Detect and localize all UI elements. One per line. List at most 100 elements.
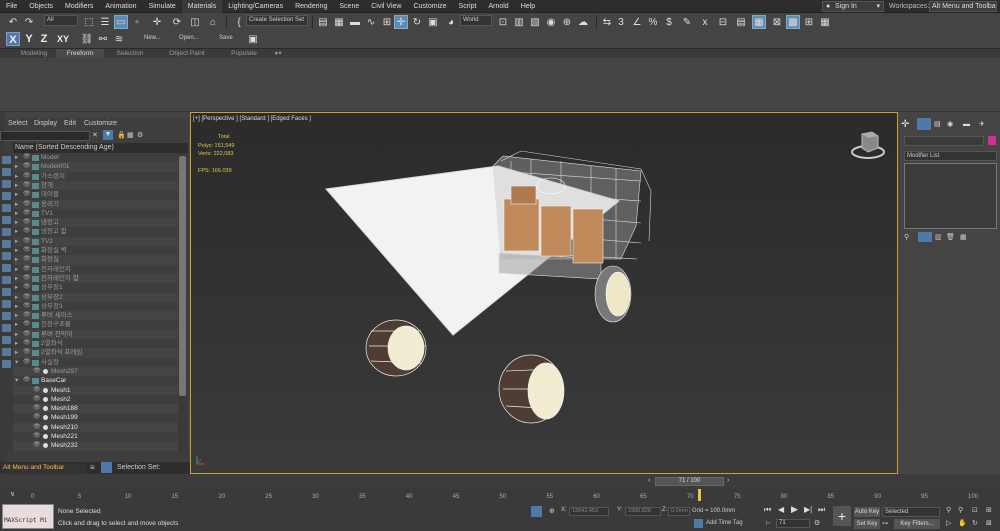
tree-row[interactable]: 👁 Mesh232 bbox=[13, 441, 178, 451]
menu-simulate[interactable]: Simulate bbox=[143, 0, 182, 13]
visibility-eye-icon[interactable]: 👁 bbox=[23, 302, 31, 311]
prev-frame-icon[interactable]: ‹ bbox=[648, 477, 650, 484]
material-icon[interactable]: ▦ bbox=[818, 15, 832, 29]
current-frame-field[interactable]: 71 bbox=[776, 519, 810, 528]
zoom-all-icon[interactable]: ⚲ bbox=[958, 506, 963, 514]
tree-row[interactable]: ▸ 👁 Model001 bbox=[13, 162, 178, 172]
time-tag-icon[interactable] bbox=[694, 519, 703, 528]
select-by-name-icon[interactable]: ☰ bbox=[98, 15, 112, 29]
clear-search-icon[interactable]: ✕ bbox=[92, 131, 100, 139]
select-object-icon[interactable]: ⬚ bbox=[82, 15, 96, 29]
expand-arrow-icon[interactable]: ▸ bbox=[15, 274, 18, 283]
filter-containers-icon[interactable] bbox=[2, 264, 11, 272]
render-setup-icon[interactable]: ▥ bbox=[512, 15, 526, 29]
place-icon[interactable]: ⌂ bbox=[206, 15, 220, 29]
expand-arrow-icon[interactable]: ▸ bbox=[15, 302, 18, 311]
tree-row[interactable]: 👁 Mesh1 bbox=[13, 385, 178, 395]
toggle-ribbon-icon[interactable]: ▦ bbox=[752, 15, 766, 29]
menu-file[interactable]: File bbox=[0, 0, 23, 13]
tree-row[interactable]: ▾ 👁 사실장 bbox=[13, 358, 178, 367]
orbit-icon[interactable]: ↻ bbox=[972, 519, 978, 527]
hierarchy-tab-icon[interactable]: ▤ bbox=[931, 120, 947, 128]
filter-cameras-icon[interactable] bbox=[2, 192, 11, 200]
filter-bones-icon[interactable] bbox=[2, 252, 11, 260]
scene-explorer-icon[interactable]: ▤ bbox=[316, 15, 330, 29]
auto-key-button[interactable]: Auto Key bbox=[854, 507, 880, 517]
fov-icon[interactable]: ▷ bbox=[946, 519, 951, 527]
visibility-eye-icon[interactable]: 👁 bbox=[23, 227, 31, 236]
visibility-eye-icon[interactable]: 👁 bbox=[23, 200, 31, 209]
set-key-button[interactable]: Set Key bbox=[854, 519, 880, 529]
expand-arrow-icon[interactable]: ▸ bbox=[15, 200, 18, 209]
visibility-eye-icon[interactable]: 👁 bbox=[23, 311, 31, 320]
motion-tab-icon[interactable]: ◉ bbox=[947, 120, 963, 128]
render-icon[interactable]: ◉ bbox=[544, 15, 558, 29]
filter-xrefs-icon[interactable] bbox=[2, 240, 11, 248]
tree-row[interactable]: ▸ 👁 전자레인지 bbox=[13, 265, 178, 274]
selection-lock-icon[interactable]: ⊕ bbox=[549, 507, 555, 515]
go-to-start-icon[interactable]: ⏮ bbox=[764, 505, 771, 515]
schematic-icon[interactable]: ⊞ bbox=[802, 15, 816, 29]
menu-civil-view[interactable]: Civil View bbox=[365, 0, 407, 13]
viewcube[interactable] bbox=[850, 130, 888, 164]
render-frame-icon[interactable]: ▧ bbox=[528, 15, 542, 29]
visibility-eye-icon[interactable]: 👁 bbox=[33, 367, 41, 376]
unlink-icon[interactable]: ⚯ bbox=[96, 32, 110, 46]
tree-row[interactable]: ▸ 👁 루버 천막이 bbox=[13, 329, 178, 339]
zoom-extents-all-icon[interactable]: ⊞ bbox=[986, 506, 992, 514]
axis-y-button[interactable]: Y bbox=[22, 32, 36, 46]
expand-arrow-icon[interactable]: ▸ bbox=[15, 227, 18, 236]
z-coord-field[interactable]: 0.0mm bbox=[668, 507, 690, 516]
open-scene-button[interactable]: Open... bbox=[179, 35, 199, 41]
spinner-snap-icon[interactable]: $ bbox=[662, 15, 676, 29]
undo-icon[interactable]: ↶ bbox=[6, 15, 20, 29]
expand-arrow-icon[interactable]: ▸ bbox=[15, 162, 18, 171]
tree-row[interactable]: ▸ 👁 상부장1 bbox=[13, 283, 178, 292]
display-tab-icon[interactable]: ▬ bbox=[963, 121, 979, 128]
modify-tab-icon[interactable] bbox=[917, 118, 931, 130]
snaps-toggle-icon[interactable]: 3 bbox=[614, 15, 628, 29]
menu-arnold[interactable]: Arnold bbox=[482, 0, 514, 13]
play-icon[interactable]: ▶ bbox=[791, 504, 798, 515]
tree-row[interactable]: ▸ 👁 천장구조물 bbox=[13, 320, 178, 329]
modifier-list-select[interactable]: Modifier List bbox=[904, 151, 997, 161]
tree-row[interactable]: ▸ 👁 화장실 bbox=[13, 255, 178, 265]
menu-scene[interactable]: Scene bbox=[333, 0, 365, 13]
hierarchy-icon[interactable] bbox=[101, 462, 112, 473]
redo-icon[interactable]: ↷ bbox=[22, 15, 36, 29]
visibility-eye-icon[interactable]: 👁 bbox=[33, 413, 41, 422]
menu-rendering[interactable]: Rendering bbox=[289, 0, 333, 13]
mirror-tool-icon[interactable]: x bbox=[698, 15, 712, 29]
menu-modifiers[interactable]: Modifiers bbox=[59, 0, 99, 13]
tree-row[interactable]: ▸ 👁 화장실 벽 bbox=[13, 246, 178, 255]
rect-selection-icon[interactable]: ▭ bbox=[114, 15, 128, 29]
tree-row[interactable]: ▸ 👁 옹리기 bbox=[13, 199, 178, 209]
tree-row[interactable]: ▸ 👁 냉장고 bbox=[13, 218, 178, 228]
tree-scrollbar-thumb[interactable] bbox=[179, 156, 186, 396]
expand-arrow-icon[interactable]: ▾ bbox=[15, 376, 18, 385]
filter-lights-icon[interactable] bbox=[2, 180, 11, 188]
align-icon[interactable]: ⊟ bbox=[716, 15, 730, 29]
expand-arrow-icon[interactable]: ▸ bbox=[15, 237, 18, 246]
visibility-eye-icon[interactable]: 👁 bbox=[33, 423, 41, 432]
tree-row[interactable]: 👁 Mesh210 bbox=[13, 422, 178, 432]
utilities-tab-icon[interactable]: ✈ bbox=[979, 120, 995, 128]
expand-arrow-icon[interactable]: ▸ bbox=[15, 283, 18, 292]
material-editor-icon[interactable]: ◕ bbox=[444, 15, 458, 29]
expand-arrow-icon[interactable]: ▸ bbox=[15, 218, 18, 227]
tree-row[interactable]: 👁 Mesh2 bbox=[13, 395, 178, 404]
filter-shapes-icon[interactable] bbox=[2, 168, 11, 176]
visibility-eye-icon[interactable]: 👁 bbox=[23, 265, 31, 274]
tree-row[interactable]: ▸ 👁 Model bbox=[13, 153, 178, 162]
filter-spacewarps-icon[interactable] bbox=[2, 216, 11, 224]
reference-coord-select[interactable]: World bbox=[460, 15, 492, 26]
pivot-center-icon[interactable]: ⊡ bbox=[496, 15, 510, 29]
explorer-menu-customize[interactable]: Customize bbox=[84, 118, 117, 129]
visibility-eye-icon[interactable]: 👁 bbox=[23, 237, 31, 246]
perspective-viewport[interactable] bbox=[190, 112, 898, 474]
expand-arrow-icon[interactable]: ▸ bbox=[15, 320, 18, 329]
layer-explorer-icon[interactable]: ▦ bbox=[332, 15, 346, 29]
filter-groups-icon[interactable] bbox=[2, 228, 11, 236]
time-config-icon[interactable]: ⚙ bbox=[814, 519, 820, 527]
link-icon[interactable]: ⛓ bbox=[80, 32, 94, 46]
